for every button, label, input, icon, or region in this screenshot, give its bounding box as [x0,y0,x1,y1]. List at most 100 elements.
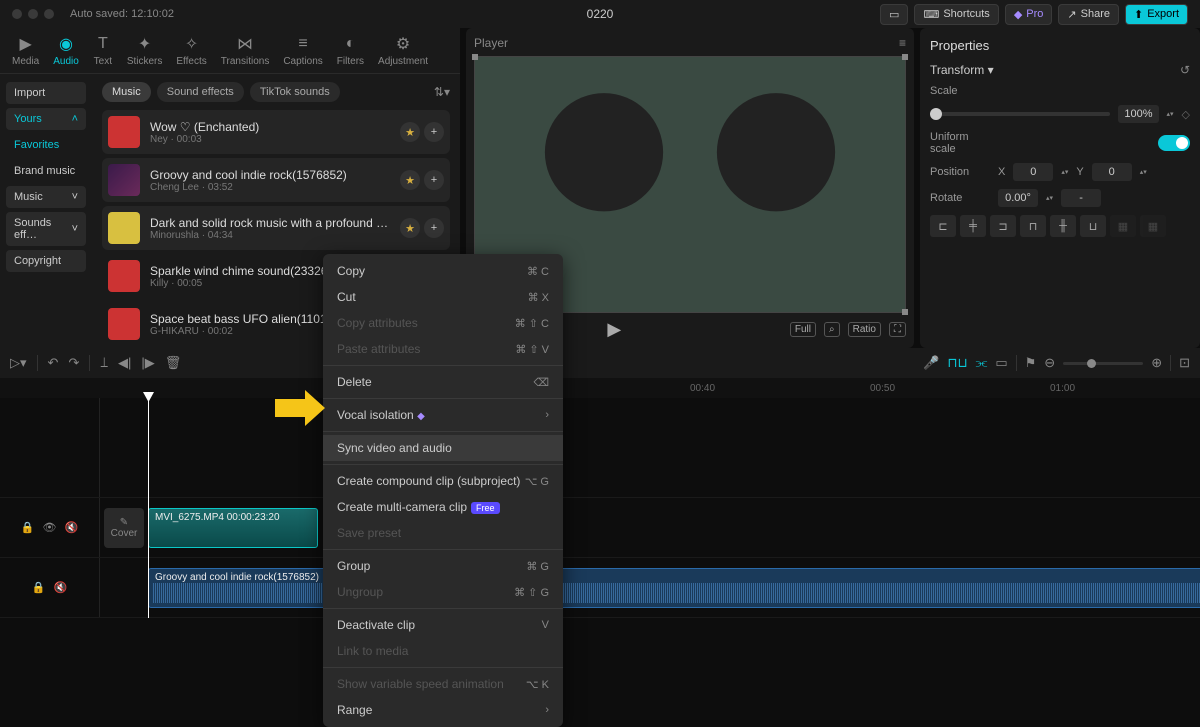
position-x[interactable]: 0 [1013,163,1053,181]
scale-slider[interactable] [930,112,1110,116]
link-icon[interactable]: ⫘ [976,355,988,371]
music-button[interactable]: Music˅ [6,186,86,208]
ctx-range[interactable]: Range› [323,697,563,723]
redo-button[interactable]: ↷ [68,355,79,371]
transform-section[interactable]: Transform ▾ [930,63,994,77]
magnet-icon[interactable]: ⊓⊔ [947,355,967,371]
crop-icon[interactable]: ⌕ [824,322,840,337]
keyframe-icon[interactable]: ◇ [1182,108,1190,121]
ctx-cut[interactable]: Cut⌘ X [323,284,563,310]
ctx-group[interactable]: Group⌘ G [323,553,563,579]
align-top[interactable]: ⊓ [1020,215,1046,237]
chip-tiktok-sounds[interactable]: TikTok sounds [250,82,340,102]
playhead[interactable] [148,398,149,618]
favorite-icon[interactable]: ★ [400,170,420,190]
align-right[interactable]: ⊐ [990,215,1016,237]
scale-spinner[interactable]: ▴▾ [1167,110,1174,118]
tab-adjustment[interactable]: ⚙Adjustment [378,34,428,67]
reset-icon[interactable]: ↺ [1180,63,1190,77]
tab-audio[interactable]: ◉Audio [53,34,79,67]
delete-tool[interactable]: 🗑 [165,355,182,371]
video-lane[interactable]: MVI_6275.MP4 00:00:23:20 [148,498,1200,557]
zoom-in-icon[interactable]: ⊕ [1151,355,1162,371]
y-spinner[interactable]: ▴▾ [1140,168,1147,176]
ctx-vocal-isolation[interactable]: Vocal isolation ◆› [323,402,563,428]
yours-button[interactable]: Yours˄ [6,108,86,130]
import-button[interactable]: Import [6,82,86,104]
favorite-icon[interactable]: ★ [400,122,420,142]
brand-music-button[interactable]: Brand music [6,160,86,182]
marker-icon[interactable]: ⚑ [1025,355,1037,371]
lock-icon[interactable]: 🔒 [21,521,35,534]
audio-lane[interactable]: Groovy and cool indie rock(1576852) [148,558,1200,617]
ctx-compound-clip[interactable]: Create compound clip (subproject)⌥ G [323,468,563,494]
timeline-ruler[interactable]: 00:20 00:30 00:40 00:50 01:00 [0,378,1200,398]
align-bottom[interactable]: ⊔ [1080,215,1106,237]
empty-lane[interactable] [100,398,1200,497]
rotate-spinner[interactable]: ▴▾ [1046,194,1053,202]
tab-captions[interactable]: ≡Captions [283,34,322,67]
shortcuts-button[interactable]: ⌨ Shortcuts [914,4,998,25]
ctx-deactivate-clip[interactable]: Deactivate clipV [323,612,563,638]
split-tool[interactable]: ⟘ [100,355,108,371]
window-controls[interactable] [12,9,54,19]
lock-icon[interactable]: 🔒 [32,581,46,594]
mute-icon[interactable]: 🔇 [54,581,68,594]
mute-icon[interactable]: 🔇 [64,521,78,534]
export-button[interactable]: ⬆ Export [1125,4,1188,25]
copyright-button[interactable]: Copyright [6,250,86,272]
layout-button[interactable]: ▭ [880,4,908,25]
sort-icon[interactable]: ⇅▾ [434,85,450,99]
add-icon[interactable]: + [424,218,444,238]
trim-right[interactable]: |▶ [141,355,154,371]
fit-icon[interactable]: ⊡ [1179,355,1190,371]
favorite-icon[interactable]: ★ [400,218,420,238]
scale-value[interactable]: 100% [1118,105,1158,123]
preview-icon[interactable]: ▭ [995,355,1007,371]
tab-media[interactable]: ▶Media [12,34,39,67]
undo-button[interactable]: ↶ [48,355,59,371]
align-left[interactable]: ⊏ [930,215,956,237]
position-y[interactable]: 0 [1092,163,1132,181]
tab-effects[interactable]: ✧Effects [176,34,206,67]
tab-transitions[interactable]: ⋈Transitions [221,34,270,67]
add-icon[interactable]: + [424,170,444,190]
align-center-h[interactable]: ╪ [960,215,986,237]
ctx-multicam-clip[interactable]: Create multi-camera clipFree [323,494,563,520]
play-button[interactable]: ▶ [607,319,621,340]
tab-text[interactable]: TText [93,34,113,67]
ctx-delete[interactable]: Delete⌫ [323,369,563,395]
audio-clip[interactable]: Groovy and cool indie rock(1576852) [148,568,1200,608]
ctx-copy[interactable]: Copy⌘ C [323,258,563,284]
mic-icon[interactable]: 🎤 [923,355,939,371]
full-button[interactable]: Full [790,322,816,337]
uniform-scale-toggle[interactable] [1158,135,1190,151]
align-center-v[interactable]: ╫ [1050,215,1076,237]
zoom-slider[interactable] [1063,362,1143,365]
pro-button[interactable]: ◆ Pro [1005,4,1053,25]
chip-music[interactable]: Music [102,82,151,102]
tab-stickers[interactable]: ✦Stickers [127,34,163,67]
pointer-tool[interactable]: ▷▾ [10,355,27,371]
ratio-button[interactable]: Ratio [848,322,881,337]
player-menu-icon[interactable]: ≡ [899,36,906,50]
track-row[interactable]: Dark and solid rock music with a profoun… [102,206,450,250]
tab-filters[interactable]: ◐Filters [337,34,364,67]
video-clip[interactable]: MVI_6275.MP4 00:00:23:20 [148,508,318,548]
expand-icon[interactable]: ⛶ [889,322,906,337]
ctx-sync-video-audio[interactable]: Sync video and audio [323,435,563,461]
sound-effects-button[interactable]: Sounds eff…˅ [6,212,86,246]
track-row[interactable]: Groovy and cool indie rock(1576852)Cheng… [102,158,450,202]
cover-button[interactable]: ✎Cover [104,508,144,548]
add-icon[interactable]: + [424,122,444,142]
x-spinner[interactable]: ▴▾ [1061,168,1068,176]
favorites-button[interactable]: Favorites [6,134,86,156]
rotate-dash[interactable]: - [1061,189,1101,207]
share-button[interactable]: ↗ Share [1058,4,1119,25]
chip-sound-effects[interactable]: Sound effects [157,82,244,102]
rotate-value[interactable]: 0.00° [998,189,1038,207]
track-row[interactable]: Wow ♡ (Enchanted)Ney · 00:03 ★+ [102,110,450,154]
zoom-out-icon[interactable]: ⊖ [1044,355,1055,371]
eye-icon[interactable]: 👁 [43,521,57,534]
trim-left[interactable]: ◀| [118,355,131,371]
